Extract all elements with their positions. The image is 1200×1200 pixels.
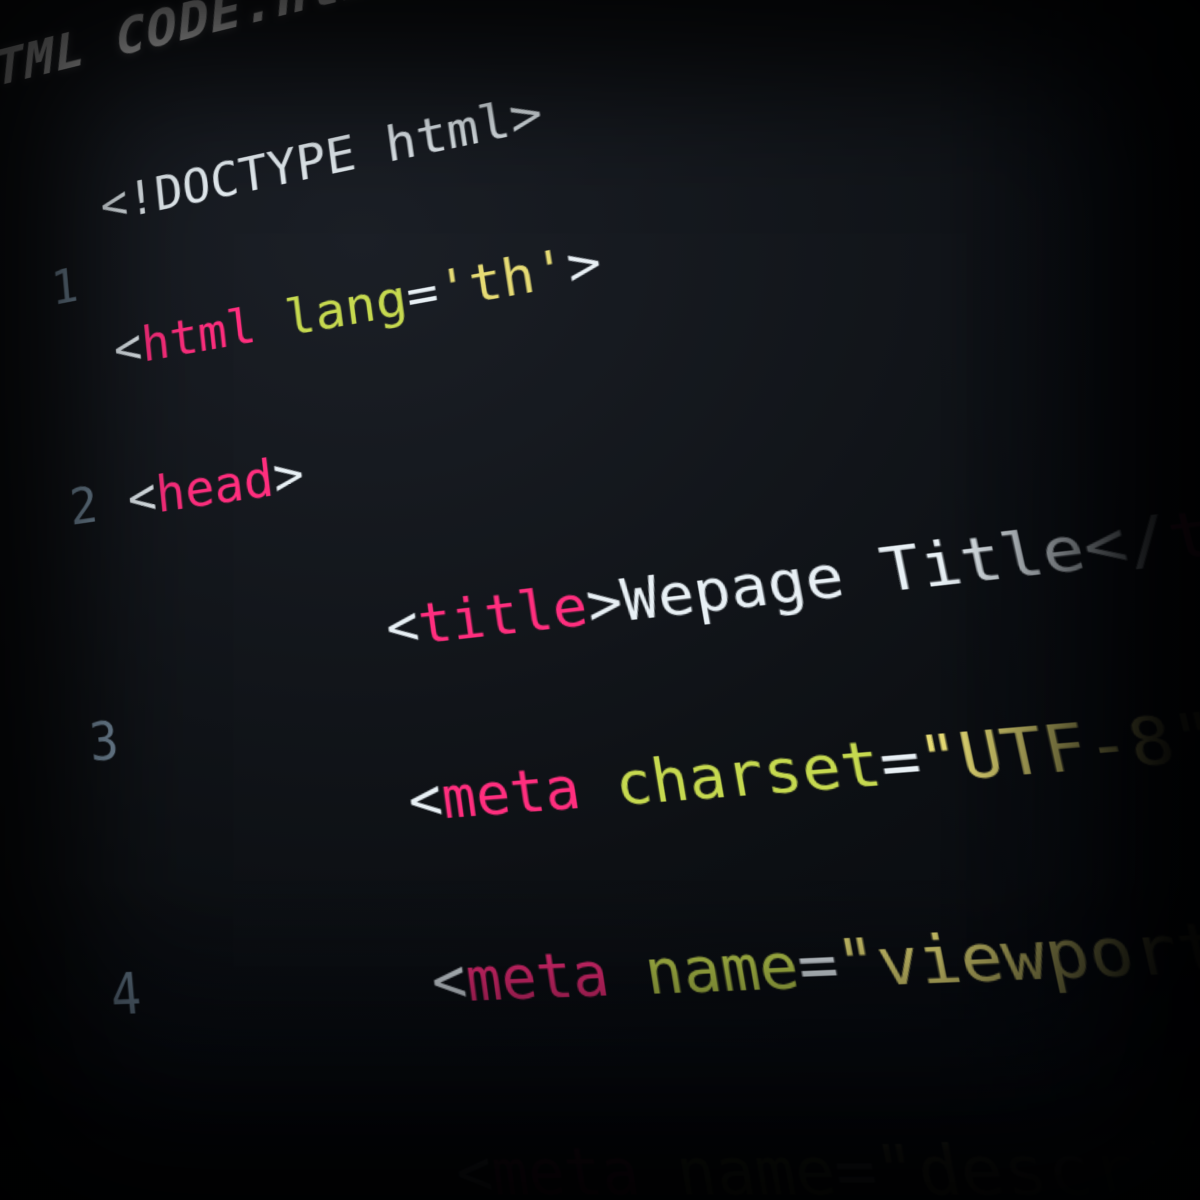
tilted-surface: HTML CODE.html 1 2 3 4 5 6 7 8 9 10 11 (0, 0, 1200, 1200)
code-line[interactable]: <meta name="viewport" content= (170, 848, 1200, 1038)
code-line[interactable]: <meta name="description" content= (186, 1101, 1200, 1200)
line-number: 1 (0, 249, 81, 340)
line-number: 3 (3, 701, 122, 793)
line-number: 2 (0, 467, 101, 558)
editor[interactable]: 1 2 3 4 5 6 7 8 9 10 11 12 13 (0, 0, 1200, 1200)
perspective-container: HTML CODE.html 1 2 3 4 5 6 7 8 9 10 11 (0, 0, 1200, 1200)
code-editor-screen: HTML CODE.html 1 2 3 4 5 6 7 8 9 10 11 (0, 0, 1200, 1200)
code-content[interactable]: <!DOCTYPE html> <html lang='th'> <head> … (91, 0, 1200, 1200)
line-number: 4 (21, 951, 145, 1042)
